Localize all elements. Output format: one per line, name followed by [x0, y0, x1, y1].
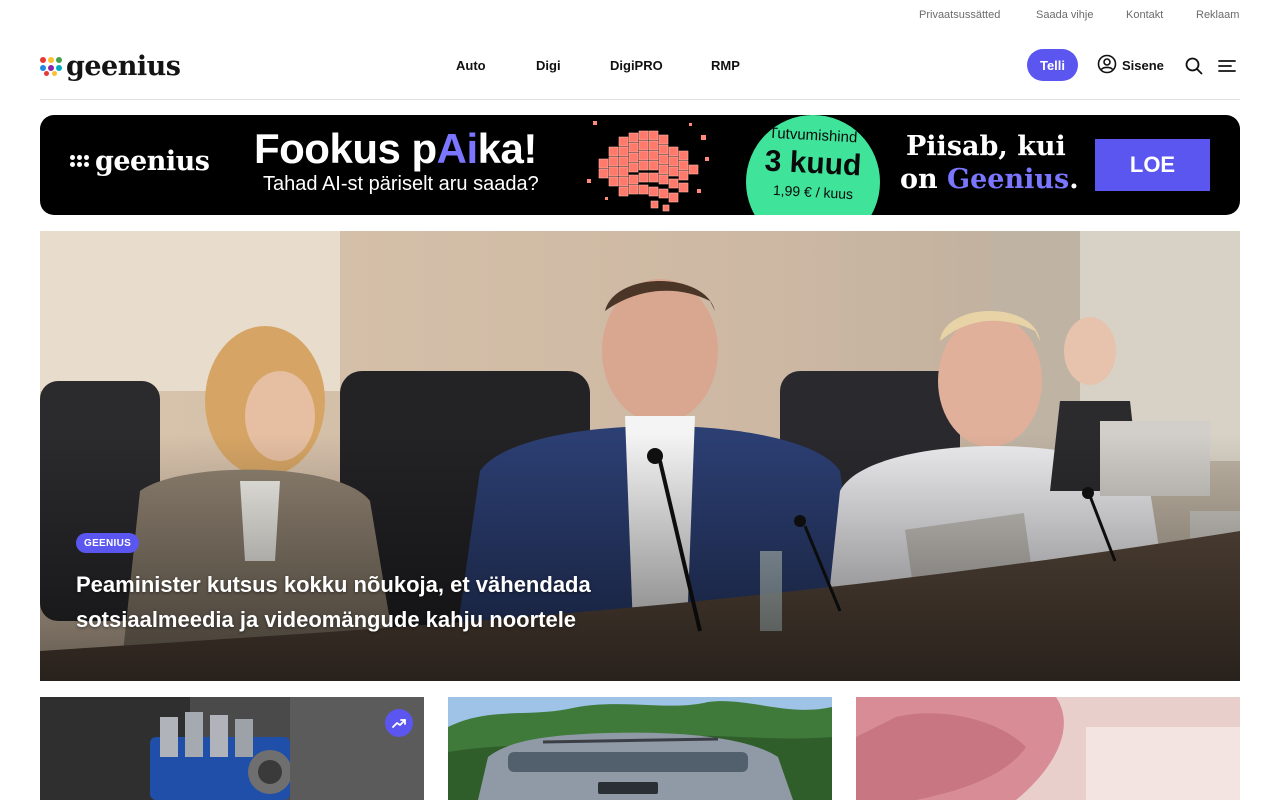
banner-tagline-2: on Geenius. — [900, 164, 1079, 195]
site-logo[interactable]: geenius — [40, 46, 181, 86]
nav-item-rmp[interactable]: RMP — [711, 58, 740, 73]
banner-subline: Tahad AI-st päriselt aru saada? — [263, 173, 539, 195]
login-label: Sisene — [1122, 58, 1164, 73]
nav-item-digi[interactable]: Digi — [536, 58, 561, 73]
offer-badge: Tutvumishind 3 kuud 1,99 € / kuus — [746, 115, 880, 215]
article-card[interactable] — [856, 697, 1240, 800]
user-circle-icon — [1097, 54, 1117, 77]
banner-read-button[interactable]: LOE — [1095, 139, 1210, 191]
headline-accent: Ai — [436, 125, 479, 172]
send-tip-link[interactable]: Saada vihje — [1036, 9, 1094, 21]
hero-article[interactable]: GEENIUS Peaminister kutsus kokku nõukoja… — [40, 231, 1240, 681]
banner-headline: Fookus pAika! — [254, 125, 537, 173]
site-header: geenius Auto Digi DigiPRO RMP Telli Sise… — [40, 40, 1240, 100]
contact-link[interactable]: Kontakt — [1126, 9, 1163, 21]
ai-cube-illustration — [587, 121, 709, 212]
article-card[interactable] — [40, 697, 424, 800]
offer-price: 1,99 € / kuus — [772, 181, 854, 203]
search-icon[interactable] — [1183, 55, 1205, 77]
subscribe-button[interactable]: Telli — [1027, 49, 1078, 81]
banner-logo: geenius — [70, 146, 210, 177]
category-badge[interactable]: GEENIUS — [76, 533, 140, 553]
logo-text: geenius — [66, 50, 181, 82]
headline-part: Fookus p — [254, 125, 437, 172]
tagline-part: . — [1069, 164, 1079, 195]
trending-icon[interactable] — [385, 709, 413, 737]
login-button[interactable]: Sisene — [1097, 54, 1164, 77]
banner-logo-text: geenius — [95, 146, 210, 177]
banner-tagline-1: Piisab, kui — [906, 131, 1066, 162]
headline-part: ka! — [477, 125, 538, 172]
tagline-brand: Geenius — [947, 164, 1070, 195]
banner-logo-dots-icon — [70, 152, 92, 172]
article-card[interactable] — [448, 697, 832, 800]
article-image — [448, 697, 832, 800]
nav-item-digipro[interactable]: DigiPRO — [610, 58, 663, 73]
article-image — [40, 697, 424, 800]
offer-duration: 3 kuud — [763, 144, 863, 183]
logo-dots-icon — [40, 55, 64, 77]
menu-icon[interactable] — [1216, 55, 1238, 77]
nav-item-auto[interactable]: Auto — [456, 58, 486, 73]
hero-title[interactable]: Peaminister kutsus kokku nõukoja, et väh… — [76, 567, 696, 637]
promo-banner[interactable]: geenius Fookus pAika! Tahad AI-st pärise… — [40, 115, 1240, 215]
advertising-link[interactable]: Reklaam — [1196, 9, 1239, 21]
tagline-part: on — [900, 164, 948, 195]
article-image — [856, 697, 1240, 800]
privacy-settings-link[interactable]: Privaatsussätted — [919, 9, 1000, 21]
utility-bar: Privaatsussätted Saada vihje Kontakt Rek… — [0, 0, 1280, 30]
